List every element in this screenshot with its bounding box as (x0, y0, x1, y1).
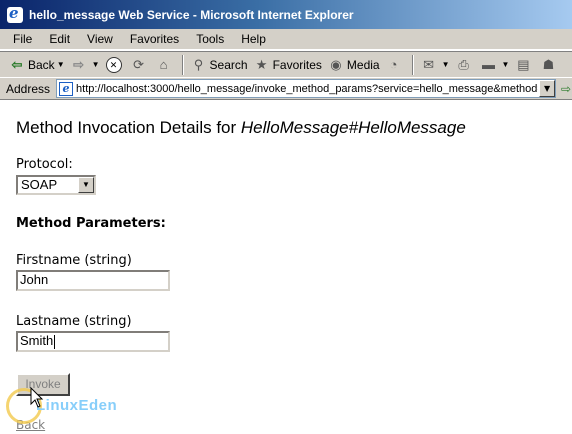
protocol-label: Protocol: (16, 157, 73, 172)
address-bar: Address e http://localhost:3000/hello_me… (0, 78, 572, 100)
firstname-field[interactable]: John (16, 270, 170, 291)
toolbar-divider (181, 54, 184, 75)
mail-button[interactable]: ✉ ▼ (418, 54, 453, 76)
firstname-value: John (20, 272, 49, 287)
menu-help[interactable]: Help (234, 31, 273, 47)
protocol-value: SOAP (21, 177, 58, 192)
media-icon: ◉ (330, 56, 342, 72)
menu-edit[interactable]: Edit (42, 31, 77, 47)
ie-logo-icon (7, 4, 23, 23)
page-title-method: HelloMessage#HelloMessage (240, 118, 466, 137)
media-button-label: Media (346, 57, 380, 72)
toolbar-divider (411, 54, 414, 75)
page-icon: e (59, 81, 74, 96)
favorites-button[interactable]: ★ Favorites (251, 54, 325, 76)
discuss-icon: ▤ (517, 56, 530, 72)
stop-icon: ✕ (105, 56, 122, 73)
lastname-field[interactable]: Smith (16, 331, 170, 352)
text-caret (54, 334, 56, 349)
messenger-icon: ☗ (542, 56, 555, 72)
toolbar: ⇦ Back ▼ ⇨ ▼ ✕ ⟳ ⌂ ⚲ Search ★ Favorites … (0, 51, 572, 78)
address-dropdown-icon[interactable]: ▼ (539, 80, 556, 97)
print-icon: ⎙ (458, 56, 469, 72)
watermark-text: LinuxEden (36, 397, 118, 414)
menu-bar: File Edit View Favorites Tools Help (0, 29, 572, 50)
address-url[interactable]: http://localhost:3000/hello_message/invo… (76, 83, 538, 95)
chevron-down-icon[interactable]: ▼ (92, 60, 100, 69)
search-button[interactable]: ⚲ Search (188, 54, 251, 76)
menu-favorites[interactable]: Favorites (123, 31, 186, 47)
back-link[interactable]: Back (16, 418, 45, 432)
media-button[interactable]: ◉ Media (325, 54, 383, 76)
menu-file[interactable]: File (6, 31, 39, 47)
edit-icon: ▬ (482, 56, 496, 72)
title-bar: hello_message Web Service - Microsoft In… (0, 0, 572, 29)
back-button[interactable]: ⇦ Back ▼ (6, 54, 68, 76)
page-title-prefix: Method Invocation Details for (16, 118, 241, 137)
address-input[interactable]: e http://localhost:3000/hello_message/in… (56, 79, 557, 98)
go-arrow-icon[interactable]: ⇨ (561, 82, 571, 96)
lastname-value: Smith (20, 333, 54, 348)
mouse-pointer-icon (30, 387, 44, 408)
address-label: Address (6, 81, 51, 96)
search-button-label: Search (209, 57, 248, 72)
chevron-down-icon[interactable]: ▼ (78, 177, 94, 193)
page-content: Method Invocation Details for HelloMessa… (0, 101, 572, 434)
firstname-label: Firstname (string) (16, 253, 132, 268)
print-button[interactable]: ⎙ (453, 54, 478, 76)
back-button-label: Back (28, 57, 55, 72)
menu-view[interactable]: View (80, 31, 120, 47)
edit-button[interactable]: ▬ ▼ (478, 54, 513, 76)
method-parameters-heading: Method Parameters: (16, 216, 166, 231)
history-icon: ◔ (389, 56, 398, 72)
window-title: hello_message Web Service - Microsoft In… (29, 7, 354, 22)
forward-button[interactable]: ⇨ ▼ (68, 54, 103, 76)
chevron-down-icon[interactable]: ▼ (442, 60, 450, 69)
protocol-select[interactable]: SOAP ▼ (16, 175, 96, 195)
refresh-icon: ⟳ (133, 56, 144, 72)
back-arrow-icon: ⇦ (11, 56, 23, 72)
forward-arrow-icon: ⇨ (73, 56, 85, 72)
menu-tools[interactable]: Tools (189, 31, 231, 47)
home-icon: ⌂ (159, 56, 168, 72)
messenger-button[interactable]: ☗ (537, 54, 562, 76)
mail-icon: ✉ (423, 56, 435, 72)
favorites-icon: ★ (255, 56, 268, 72)
page-title: Method Invocation Details for HelloMessa… (16, 118, 466, 138)
history-button[interactable]: ◔ (383, 54, 408, 76)
favorites-button-label: Favorites (272, 57, 322, 72)
chevron-down-icon[interactable]: ▼ (57, 60, 65, 69)
lastname-label: Lastname (string) (16, 314, 132, 329)
search-icon: ⚲ (193, 56, 204, 72)
chevron-down-icon[interactable]: ▼ (502, 60, 510, 69)
refresh-button[interactable]: ⟳ (128, 54, 153, 76)
home-button[interactable]: ⌂ (153, 54, 178, 76)
discuss-button[interactable]: ▤ (512, 54, 537, 76)
stop-button[interactable]: ✕ (103, 54, 128, 76)
